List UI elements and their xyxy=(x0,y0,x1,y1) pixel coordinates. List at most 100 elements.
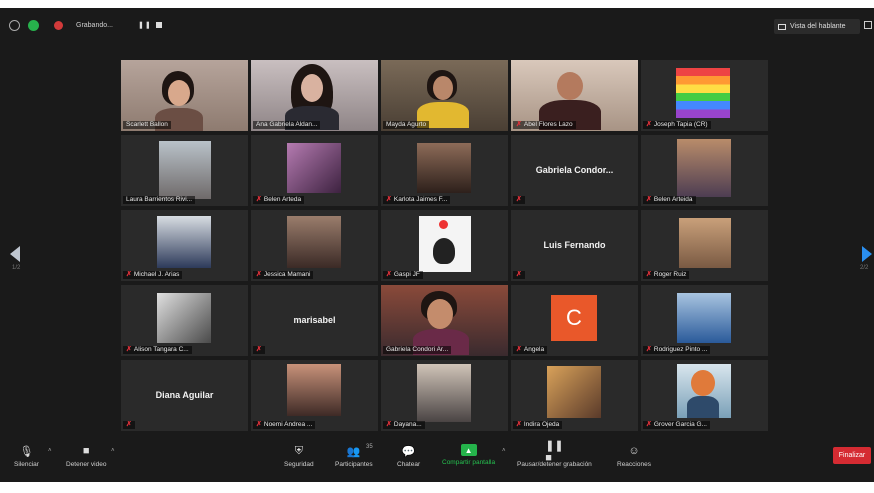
participant-tile[interactable]: ✗ Noemi Andrea ... xyxy=(251,360,378,431)
muted-mic-icon: ✗ xyxy=(646,346,652,353)
profile-picture xyxy=(159,141,211,199)
participant-name: Mayda Agurto xyxy=(383,121,430,129)
participant-tile[interactable]: ✗ Alison Tangara C... xyxy=(121,285,248,356)
participant-name: ✗ Jessica Mamani xyxy=(253,271,314,279)
fullscreen-icon[interactable] xyxy=(864,21,872,29)
security-label: Seguridad xyxy=(284,461,314,468)
participant-name: ✗ Roger Ruiz xyxy=(643,271,690,279)
participant-tile[interactable]: ✗ Joseph Tapia (CR) xyxy=(641,60,768,131)
participant-tile[interactable]: ✗ Dayana... xyxy=(381,360,508,431)
participant-name: ✗ Indira Ojeda xyxy=(513,421,563,429)
participant-tile[interactable]: ✗ Karlota Jaimes F... xyxy=(381,135,508,206)
participant-tile[interactable]: marisabel ✗ xyxy=(251,285,378,356)
audio-options-caret-icon[interactable]: ˄ xyxy=(48,448,52,454)
muted-mic-icon: ✗ xyxy=(516,271,522,278)
profile-picture xyxy=(677,364,731,418)
participant-tile[interactable]: ✗ Rodriguez Pinto ... xyxy=(641,285,768,356)
participant-tile[interactable]: ✗ Michael J. Arias xyxy=(121,210,248,281)
mute-button[interactable]: 🎙 Silenciar xyxy=(14,444,39,469)
participants-icon: 👥 xyxy=(346,445,361,458)
stop-video-label: Detener video xyxy=(66,461,107,468)
share-options-caret-icon[interactable]: ˄ xyxy=(502,448,506,454)
participant-tile[interactable]: ✗ Jessica Mamani xyxy=(251,210,378,281)
meeting-toolbar: 🎙 Silenciar ˄ ■ Detener video ˄ ⛨ Seguri… xyxy=(0,440,874,482)
participant-tile[interactable]: Ana Gabriela Aldan... xyxy=(251,60,378,131)
muted-mic-icon: ✗ xyxy=(126,346,132,353)
pause-stop-recording-button[interactable]: ❚❚ ■ Pausar/detener grabación xyxy=(517,440,592,469)
muted-mic-icon: ✗ xyxy=(646,196,652,203)
participant-tile[interactable]: ✗ Gaspi JF xyxy=(381,210,508,281)
participant-name: ✗ xyxy=(513,196,525,204)
participant-tile[interactable]: Scarlett Ballon xyxy=(121,60,248,131)
muted-mic-icon: ✗ xyxy=(126,271,132,278)
reactions-button[interactable]: ☺ Reacciones xyxy=(617,444,651,468)
stop-video-button[interactable]: ■ Detener video xyxy=(66,444,106,468)
participant-avatar-initial: C xyxy=(551,295,597,341)
muted-mic-icon: ✗ xyxy=(386,271,392,278)
share-screen-icon: ▲ xyxy=(460,444,477,456)
muted-mic-icon: ✗ xyxy=(256,346,262,353)
recording-dot-icon xyxy=(54,21,63,30)
participant-tile[interactable]: Luis Fernando ✗ xyxy=(511,210,638,281)
pause-recording-icon[interactable]: ❚❚ xyxy=(138,21,152,29)
security-shield-icon[interactable] xyxy=(28,20,39,31)
smiley-icon: ☺ xyxy=(628,445,640,457)
participant-name: Laura Barrientos Rivi... xyxy=(123,196,196,204)
muted-mic-icon: ✗ xyxy=(256,196,262,203)
participant-name: ✗ xyxy=(253,346,265,354)
participant-tile[interactable]: ✗ Grover Garcia G... xyxy=(641,360,768,431)
muted-mic-icon: ✗ xyxy=(386,421,392,428)
participant-tile[interactable]: ✗ Belen Arteida xyxy=(641,135,768,206)
profile-picture xyxy=(157,216,211,268)
profile-picture xyxy=(677,139,731,197)
reactions-label: Reacciones xyxy=(617,461,651,468)
participant-tile[interactable]: ✗ Indira Ojeda xyxy=(511,360,638,431)
security-button[interactable]: ⛨ Seguridad xyxy=(284,444,314,469)
participant-name: Scarlett Ballon xyxy=(123,121,171,129)
muted-mic-icon: ✗ xyxy=(516,196,522,203)
chat-button[interactable]: 💬 Chatear xyxy=(397,444,420,469)
participant-name: ✗ Karlota Jaimes F... xyxy=(383,196,451,204)
speaker-view-label: Vista del hablante xyxy=(790,23,846,30)
participant-name: ✗ xyxy=(123,421,135,429)
participant-tile[interactable]: Gabriela Condor... ✗ xyxy=(511,135,638,206)
profile-picture xyxy=(679,218,731,268)
end-meeting-button[interactable]: Finalizar xyxy=(833,447,871,464)
participant-name-card: marisabel xyxy=(293,315,336,325)
speaker-view-icon xyxy=(778,23,786,30)
shield-icon: ⛨ xyxy=(294,444,303,457)
participant-name-card: Gabriela Condor... xyxy=(535,165,614,175)
participant-tile[interactable]: Laura Barrientos Rivi... xyxy=(121,135,248,206)
participant-name: ✗ Abel Flores Lazo xyxy=(513,121,576,129)
participant-name: ✗ Angela xyxy=(513,346,548,354)
profile-picture xyxy=(677,293,731,343)
participant-name: ✗ Dayana... xyxy=(383,421,425,429)
muted-mic-icon: ✗ xyxy=(256,421,262,428)
participant-tile[interactable]: ✗ Belen Arteda xyxy=(251,135,378,206)
participant-tile[interactable]: C ✗ Angela xyxy=(511,285,638,356)
participant-name: ✗ Rodriguez Pinto ... xyxy=(643,346,711,354)
muted-mic-icon: ✗ xyxy=(386,196,392,203)
next-page-arrow[interactable] xyxy=(862,246,872,262)
previous-page-arrow[interactable] xyxy=(10,246,20,262)
participant-tile[interactable]: ✗ Abel Flores Lazo xyxy=(511,60,638,131)
info-icon[interactable] xyxy=(9,20,20,31)
participant-tile[interactable]: Gabriela Condori Ar... xyxy=(381,285,508,356)
recording-status: Grabando... xyxy=(76,22,113,29)
participant-name: ✗ Gaspi JF xyxy=(383,271,423,279)
stop-recording-icon[interactable] xyxy=(156,22,162,28)
page-indicator-right: 2/2 xyxy=(860,265,869,271)
participant-tile-active-speaker[interactable]: Mayda Agurto xyxy=(381,60,508,131)
participants-count: 35 xyxy=(366,444,373,450)
video-options-caret-icon[interactable]: ˄ xyxy=(111,448,115,454)
participant-name: ✗ Belen Arteida xyxy=(643,196,696,204)
muted-mic-icon: ✗ xyxy=(256,271,262,278)
share-screen-button[interactable]: ▲ Compartir pantalla xyxy=(442,444,495,466)
muted-mic-icon: ✗ xyxy=(516,121,522,128)
participant-name-card: Diana Aguilar xyxy=(155,390,214,400)
participant-tile[interactable]: Diana Aguilar ✗ xyxy=(121,360,248,431)
participant-tile[interactable]: ✗ Roger Ruiz xyxy=(641,210,768,281)
speaker-view-button[interactable]: Vista del hablante xyxy=(774,19,860,34)
profile-picture xyxy=(157,293,211,343)
participants-label: Participantes xyxy=(335,461,373,468)
